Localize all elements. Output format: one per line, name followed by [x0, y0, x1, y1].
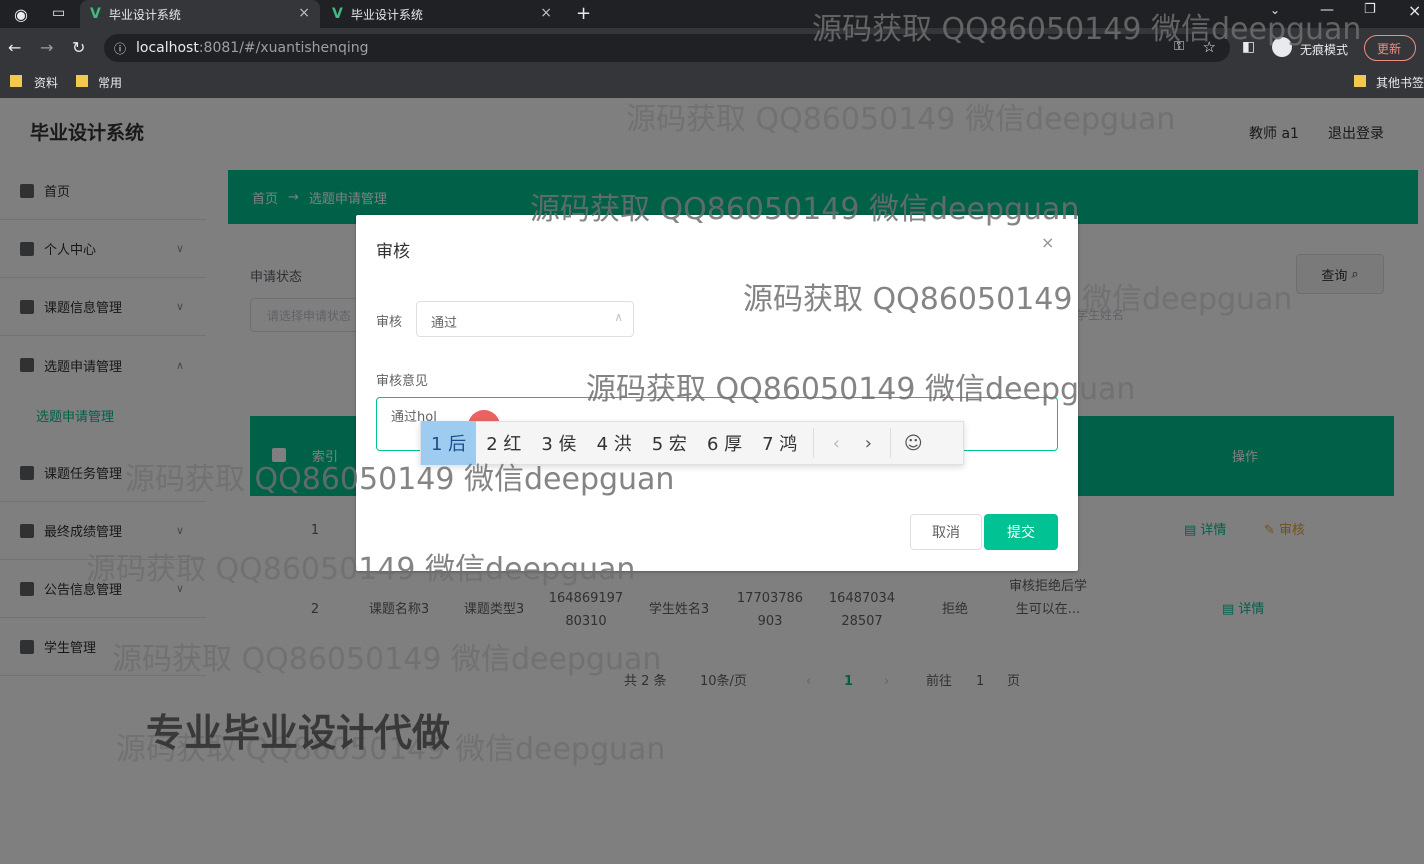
folder-icon	[76, 75, 88, 87]
watermark: 源码获取 QQ86050149 微信deepguan	[530, 192, 1080, 227]
opinion-label: 审核意见	[376, 374, 429, 389]
browser-tab-active[interactable]: V 毕业设计系统 ×	[80, 0, 320, 28]
other-bookmarks[interactable]: 其他书签	[1376, 74, 1424, 91]
update-button[interactable]: 更新	[1364, 35, 1416, 61]
submit-button[interactable]: 提交	[984, 514, 1058, 550]
watermark: 源码获取 QQ86050149 微信deepguan	[112, 642, 662, 677]
chevron-up-icon: ∧	[614, 310, 623, 324]
close-tab-icon[interactable]: ×	[540, 5, 552, 21]
ime-next-icon[interactable]: ›	[852, 433, 884, 454]
url-path: :8081/#/xuantishenqing	[198, 40, 369, 56]
vue-logo-icon: V	[90, 6, 101, 22]
bookmark-item[interactable]: 常用	[98, 74, 122, 91]
browser-logo-icon[interactable]: ◉	[14, 5, 28, 24]
cancel-button[interactable]: 取消	[910, 514, 982, 550]
ime-divider	[890, 428, 892, 458]
dialog-title: 审核	[376, 242, 410, 262]
tab-title: 毕业设计系统	[350, 7, 423, 22]
update-label: 更新	[1377, 41, 1402, 56]
watermark: 源码获取 QQ86050149 微信deepguan	[743, 282, 1293, 317]
watermark: 源码获取 QQ86050149 微信deepguan	[86, 552, 636, 587]
watermark: 源码获取 QQ86050149 微信deepguan	[125, 462, 675, 497]
slogan-watermark: 专业毕业设计代做	[146, 711, 451, 755]
back-icon[interactable]: ←	[8, 38, 21, 57]
watermark: 源码获取 QQ86050149 微信deepguan	[812, 12, 1362, 47]
ime-prev-icon[interactable]: ‹	[820, 433, 852, 454]
browser-tab[interactable]: V 毕业设计系统 ×	[322, 0, 562, 28]
close-window-icon[interactable]: ×	[1408, 1, 1421, 20]
review-label: 审核	[376, 315, 403, 330]
close-icon[interactable]: ×	[1041, 233, 1054, 252]
ime-divider	[813, 428, 815, 458]
watermark: 源码获取 QQ86050149 微信deepguan	[586, 372, 1136, 407]
site-info-icon[interactable]: ⓘ	[114, 40, 126, 57]
url-host: localhost	[136, 40, 199, 56]
review-select[interactable]: 通过 ∧	[416, 301, 634, 337]
emoji-icon[interactable]: ☺	[897, 433, 929, 454]
new-tab-icon[interactable]: +	[576, 3, 591, 24]
bookmark-item[interactable]: 资料	[34, 74, 58, 91]
tab-title: 毕业设计系统	[108, 7, 181, 22]
tab-list-icon[interactable]: ▭	[52, 5, 65, 21]
reload-icon[interactable]: ↻	[72, 38, 85, 57]
folder-icon	[1354, 75, 1366, 87]
restore-icon[interactable]: ❐	[1364, 2, 1376, 17]
cancel-label: 取消	[932, 525, 960, 541]
watermark: 源码获取 QQ86050149 微信deepguan	[626, 102, 1176, 137]
review-select-value: 通过	[431, 316, 458, 331]
ime-candidate[interactable]: 7 鸿	[752, 421, 807, 465]
folder-icon	[10, 75, 22, 87]
forward-icon[interactable]: →	[40, 38, 53, 57]
vue-logo-icon: V	[332, 6, 343, 22]
submit-label: 提交	[1007, 525, 1035, 541]
close-tab-icon[interactable]: ×	[298, 5, 310, 21]
ime-candidate[interactable]: 6 厚	[697, 421, 752, 465]
